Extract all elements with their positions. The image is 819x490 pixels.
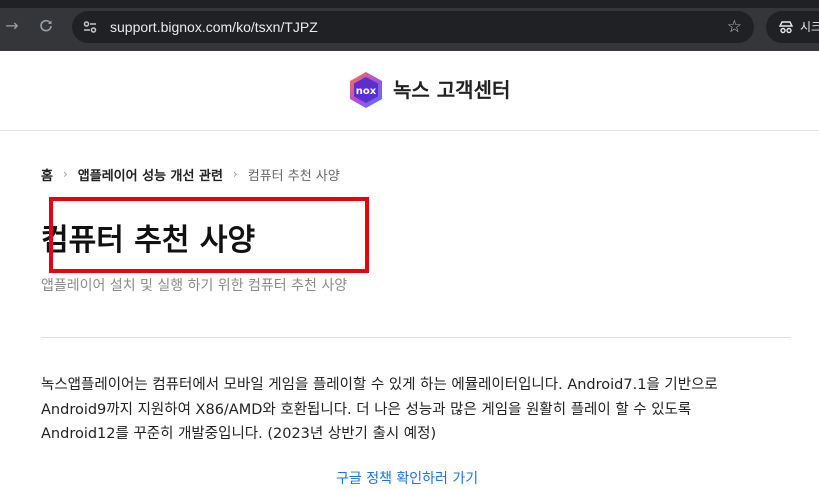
reload-icon[interactable]	[36, 16, 56, 36]
site-header: nox 녹스 고객센터	[0, 51, 819, 131]
breadcrumb: 홈 › 앱플레이어 성능 개선 관련 › 컴퓨터 추천 사양	[41, 163, 340, 185]
browser-toolbar: → support.bignox.com/ko/tsxn/TJPZ ☆ 시크릿	[0, 0, 819, 51]
breadcrumb-separator: ›	[62, 167, 68, 181]
svg-text:nox: nox	[356, 86, 377, 97]
incognito-icon	[778, 21, 794, 34]
google-policy-link[interactable]: 구글 정책 확인하러 가기	[336, 468, 478, 490]
breadcrumb-separator: ›	[232, 167, 238, 181]
divider	[41, 337, 791, 338]
url-text[interactable]: support.bignox.com/ko/tsxn/TJPZ	[110, 11, 318, 43]
body-line: Android9까지 지원하여 X86/AMD와 호환됩니다. 더 나은 성능과…	[41, 401, 692, 418]
page-subtitle: 앱플레이어 설치 및 실행 하기 위한 컴퓨터 추천 사양	[41, 278, 348, 294]
forward-icon[interactable]: →	[2, 16, 22, 36]
tab-strip	[0, 0, 819, 8]
site-title[interactable]: 녹스 고객센터	[393, 75, 510, 105]
breadcrumb-current[interactable]: 컴퓨터 추천 사양	[248, 165, 340, 184]
body-line: Android12를 꾸준히 개발중입니다. (2023년 상반기 출시 예정)	[41, 426, 437, 442]
profile-label: 시크릿	[800, 20, 819, 34]
nox-logo-icon[interactable]: nox	[348, 71, 384, 109]
body-line: 녹스앱플레이어는 컴퓨터에서 모바일 게임을 플레이할 수 있게 하는 에뮬레이…	[41, 377, 718, 393]
article-body: 녹스앱플레이어는 컴퓨터에서 모바일 게임을 플레이할 수 있게 하는 에뮬레이…	[41, 373, 801, 447]
breadcrumb-home[interactable]: 홈	[41, 165, 53, 184]
address-bar[interactable]: support.bignox.com/ko/tsxn/TJPZ ☆	[72, 11, 754, 43]
incognito-profile-button[interactable]: 시크릿	[766, 11, 819, 43]
breadcrumb-category[interactable]: 앱플레이어 성능 개선 관련	[78, 165, 223, 184]
highlight-annotation-box	[49, 197, 369, 273]
site-settings-icon[interactable]	[82, 19, 98, 35]
bookmark-star-icon[interactable]: ☆	[727, 17, 742, 37]
